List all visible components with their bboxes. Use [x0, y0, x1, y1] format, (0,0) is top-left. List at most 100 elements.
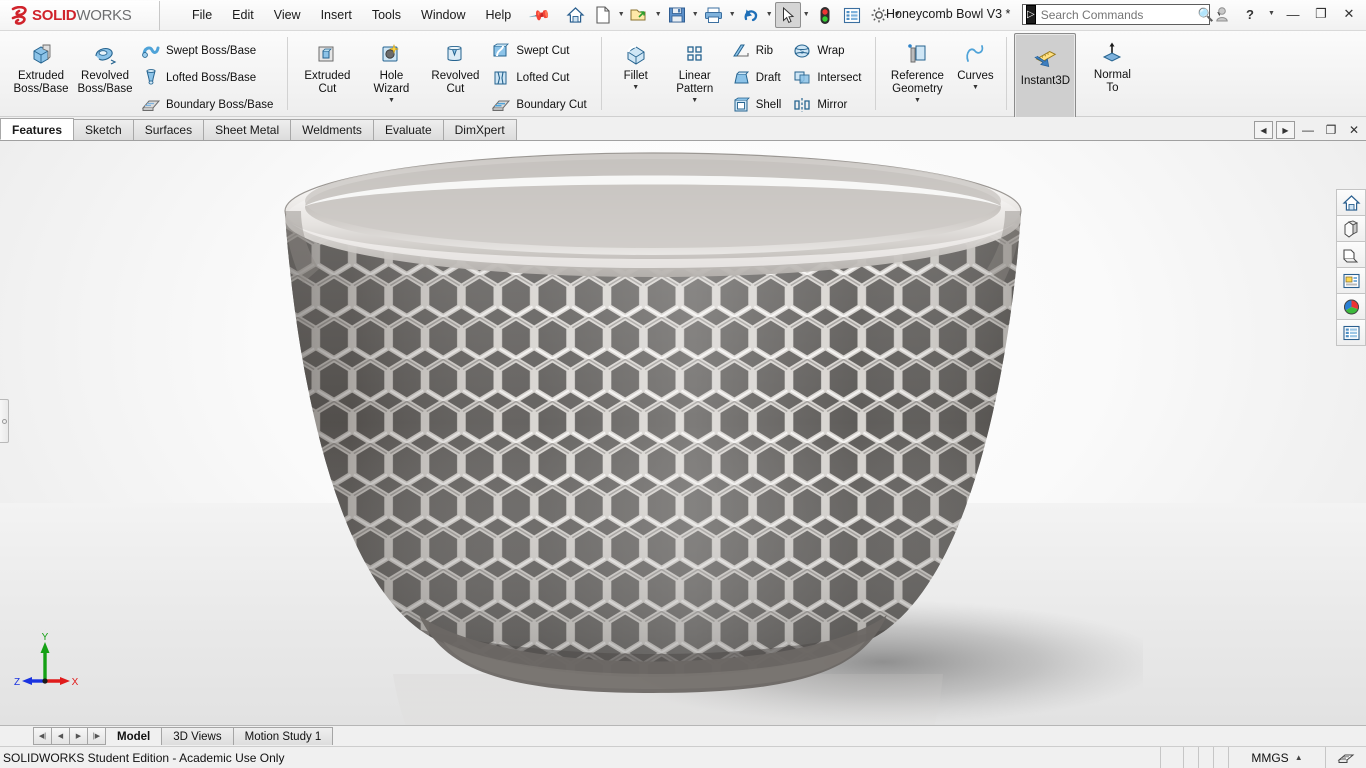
menu-file[interactable]: File	[182, 5, 222, 25]
tab-dimxpert[interactable]: DimXpert	[442, 119, 517, 140]
revolved-cut-icon	[441, 41, 469, 67]
units-selector[interactable]: MMGS ▲	[1228, 747, 1325, 768]
honeycomb-bowl-model[interactable]	[243, 149, 1143, 725]
bottom-tab-model[interactable]: Model	[105, 727, 163, 745]
curves-dropdown-icon[interactable]: ▼	[972, 84, 979, 91]
user-icon	[1216, 7, 1228, 22]
search-commands-box[interactable]: ▷ 🔍 ▼	[1022, 4, 1223, 25]
help-dropdown-button[interactable]: ▼	[1265, 2, 1278, 26]
view-home-button[interactable]	[1336, 189, 1366, 216]
revolved-cut-button[interactable]: Revolved Cut	[423, 34, 487, 97]
instant3d-button[interactable]: Instant3D	[1014, 33, 1077, 121]
pushpin-icon[interactable]: 📌	[528, 3, 551, 27]
print-button[interactable]	[701, 2, 727, 28]
lofted-boss-base-button[interactable]: Lofted Boss/Base	[137, 65, 280, 91]
edit-part-button[interactable]	[1325, 747, 1366, 768]
normal-to-button[interactable]: Normal To	[1080, 33, 1144, 96]
restore-button[interactable]: ❐	[1308, 2, 1334, 26]
undo-button[interactable]	[738, 2, 764, 28]
boundary-cut-button[interactable]: Boundary Cut	[487, 92, 593, 118]
tab-sheet-metal[interactable]: Sheet Metal	[203, 119, 292, 140]
user-account-button[interactable]	[1209, 2, 1235, 26]
select-dropdown-icon[interactable]: ▼	[802, 3, 811, 27]
apply-scene-button[interactable]	[1336, 293, 1366, 320]
open-document-button[interactable]	[627, 2, 653, 28]
bottom-tab-3d-views[interactable]: 3D Views	[161, 727, 234, 745]
reference-geometry-dropdown-icon[interactable]: ▼	[914, 97, 921, 104]
mirror-button[interactable]: Mirror	[788, 92, 868, 118]
tab-surfaces[interactable]: Surfaces	[132, 119, 205, 140]
tab-weldments[interactable]: Weldments	[290, 119, 374, 140]
status-bar: SOLIDWORKS Student Edition - Academic Us…	[0, 746, 1366, 768]
bottom-tab-motion-study[interactable]: Motion Study 1	[232, 727, 334, 745]
linear-pattern-dropdown-icon[interactable]: ▼	[691, 97, 698, 104]
intersect-button[interactable]: Intersect	[788, 65, 868, 91]
rib-button[interactable]: Rib	[727, 38, 789, 64]
hole-wizard-button[interactable]: Hole Wizard ▼	[359, 34, 423, 105]
save-dropdown-icon[interactable]: ▼	[691, 3, 700, 27]
menu-window[interactable]: Window	[411, 5, 475, 25]
scroll-right-button[interactable]: ▶	[1276, 121, 1295, 139]
lofted-cut-button[interactable]: Lofted Cut	[487, 65, 593, 91]
shell-button[interactable]: Shell	[727, 92, 789, 118]
normal-to-icon	[1098, 40, 1126, 66]
minimize-button[interactable]: —	[1280, 2, 1306, 26]
view-orientation-button[interactable]	[1336, 215, 1366, 242]
logo-works-text: WORKS	[76, 6, 132, 24]
graphics-viewport[interactable]: Y X Z	[0, 141, 1366, 725]
doc-restore-button[interactable]: ❐	[1321, 122, 1341, 138]
wrap-button[interactable]: S Wrap	[788, 38, 868, 64]
boundary-boss-base-button[interactable]: Boundary Boss/Base	[137, 92, 280, 118]
search-input[interactable]	[1038, 6, 1198, 23]
tab-features[interactable]: Features	[0, 118, 75, 140]
menu-edit[interactable]: Edit	[222, 5, 264, 25]
options-display-button[interactable]	[839, 2, 865, 28]
new-document-dropdown-icon[interactable]: ▼	[617, 3, 626, 27]
fillet-button[interactable]: Fillet ▼	[609, 34, 663, 92]
print-dropdown-icon[interactable]: ▼	[728, 3, 737, 27]
display-style-button[interactable]	[1336, 241, 1366, 268]
view-settings-button[interactable]	[1336, 319, 1366, 346]
menu-insert[interactable]: Insert	[311, 5, 362, 25]
left-panel-splitter[interactable]	[0, 399, 9, 443]
help-button[interactable]: ?	[1237, 2, 1263, 26]
menu-view[interactable]: View	[264, 5, 311, 25]
hide-show-items-button[interactable]	[1336, 267, 1366, 294]
draft-button[interactable]: Draft	[727, 65, 789, 91]
tab-next-button[interactable]: ▶	[69, 727, 88, 745]
select-button[interactable]	[774, 2, 801, 28]
hole-wizard-dropdown-icon[interactable]: ▼	[388, 97, 395, 104]
tab-evaluate[interactable]: Evaluate	[372, 119, 444, 140]
mirror-label: Mirror	[817, 99, 848, 111]
extruded-cut-icon	[313, 41, 341, 67]
scroll-left-button[interactable]: ◀	[1254, 121, 1273, 139]
tab-last-button[interactable]: |▶	[87, 727, 106, 745]
home-button[interactable]	[563, 2, 589, 28]
tab-first-button[interactable]: ◀|	[33, 727, 52, 745]
menu-help[interactable]: Help	[476, 5, 522, 25]
units-caret-icon[interactable]: ▲	[1295, 753, 1303, 762]
floppy-save-icon	[668, 7, 685, 23]
save-button[interactable]	[664, 2, 690, 28]
close-button[interactable]: ✕	[1336, 2, 1362, 26]
tab-sketch[interactable]: Sketch	[73, 119, 134, 140]
menu-tools[interactable]: Tools	[362, 5, 411, 25]
undo-dropdown-icon[interactable]: ▼	[765, 3, 774, 27]
linear-pattern-button[interactable]: Linear Pattern ▼	[663, 34, 727, 105]
reference-geometry-button[interactable]: Reference Geometry ▼	[883, 34, 951, 105]
swept-cut-button[interactable]: Swept Cut	[487, 38, 593, 64]
rebuild-button[interactable]	[812, 2, 838, 28]
fillet-dropdown-icon[interactable]: ▼	[632, 84, 639, 91]
doc-close-button[interactable]: ✕	[1344, 122, 1364, 138]
revolved-boss-base-button[interactable]: Revolved Boss/Base	[73, 34, 137, 97]
curves-button[interactable]: Curves ▼	[951, 34, 999, 92]
extruded-cut-label: Extruded Cut	[304, 70, 351, 95]
new-document-button[interactable]	[590, 2, 616, 28]
extruded-boss-base-button[interactable]: Extruded Boss/Base	[9, 34, 73, 97]
open-document-dropdown-icon[interactable]: ▼	[654, 3, 663, 27]
extruded-boss-icon	[27, 41, 55, 67]
swept-boss-base-button[interactable]: Swept Boss/Base	[137, 38, 280, 64]
extruded-cut-button[interactable]: Extruded Cut	[295, 34, 359, 97]
doc-minimize-button[interactable]: —	[1298, 122, 1318, 138]
tab-prev-button[interactable]: ◀	[51, 727, 70, 745]
